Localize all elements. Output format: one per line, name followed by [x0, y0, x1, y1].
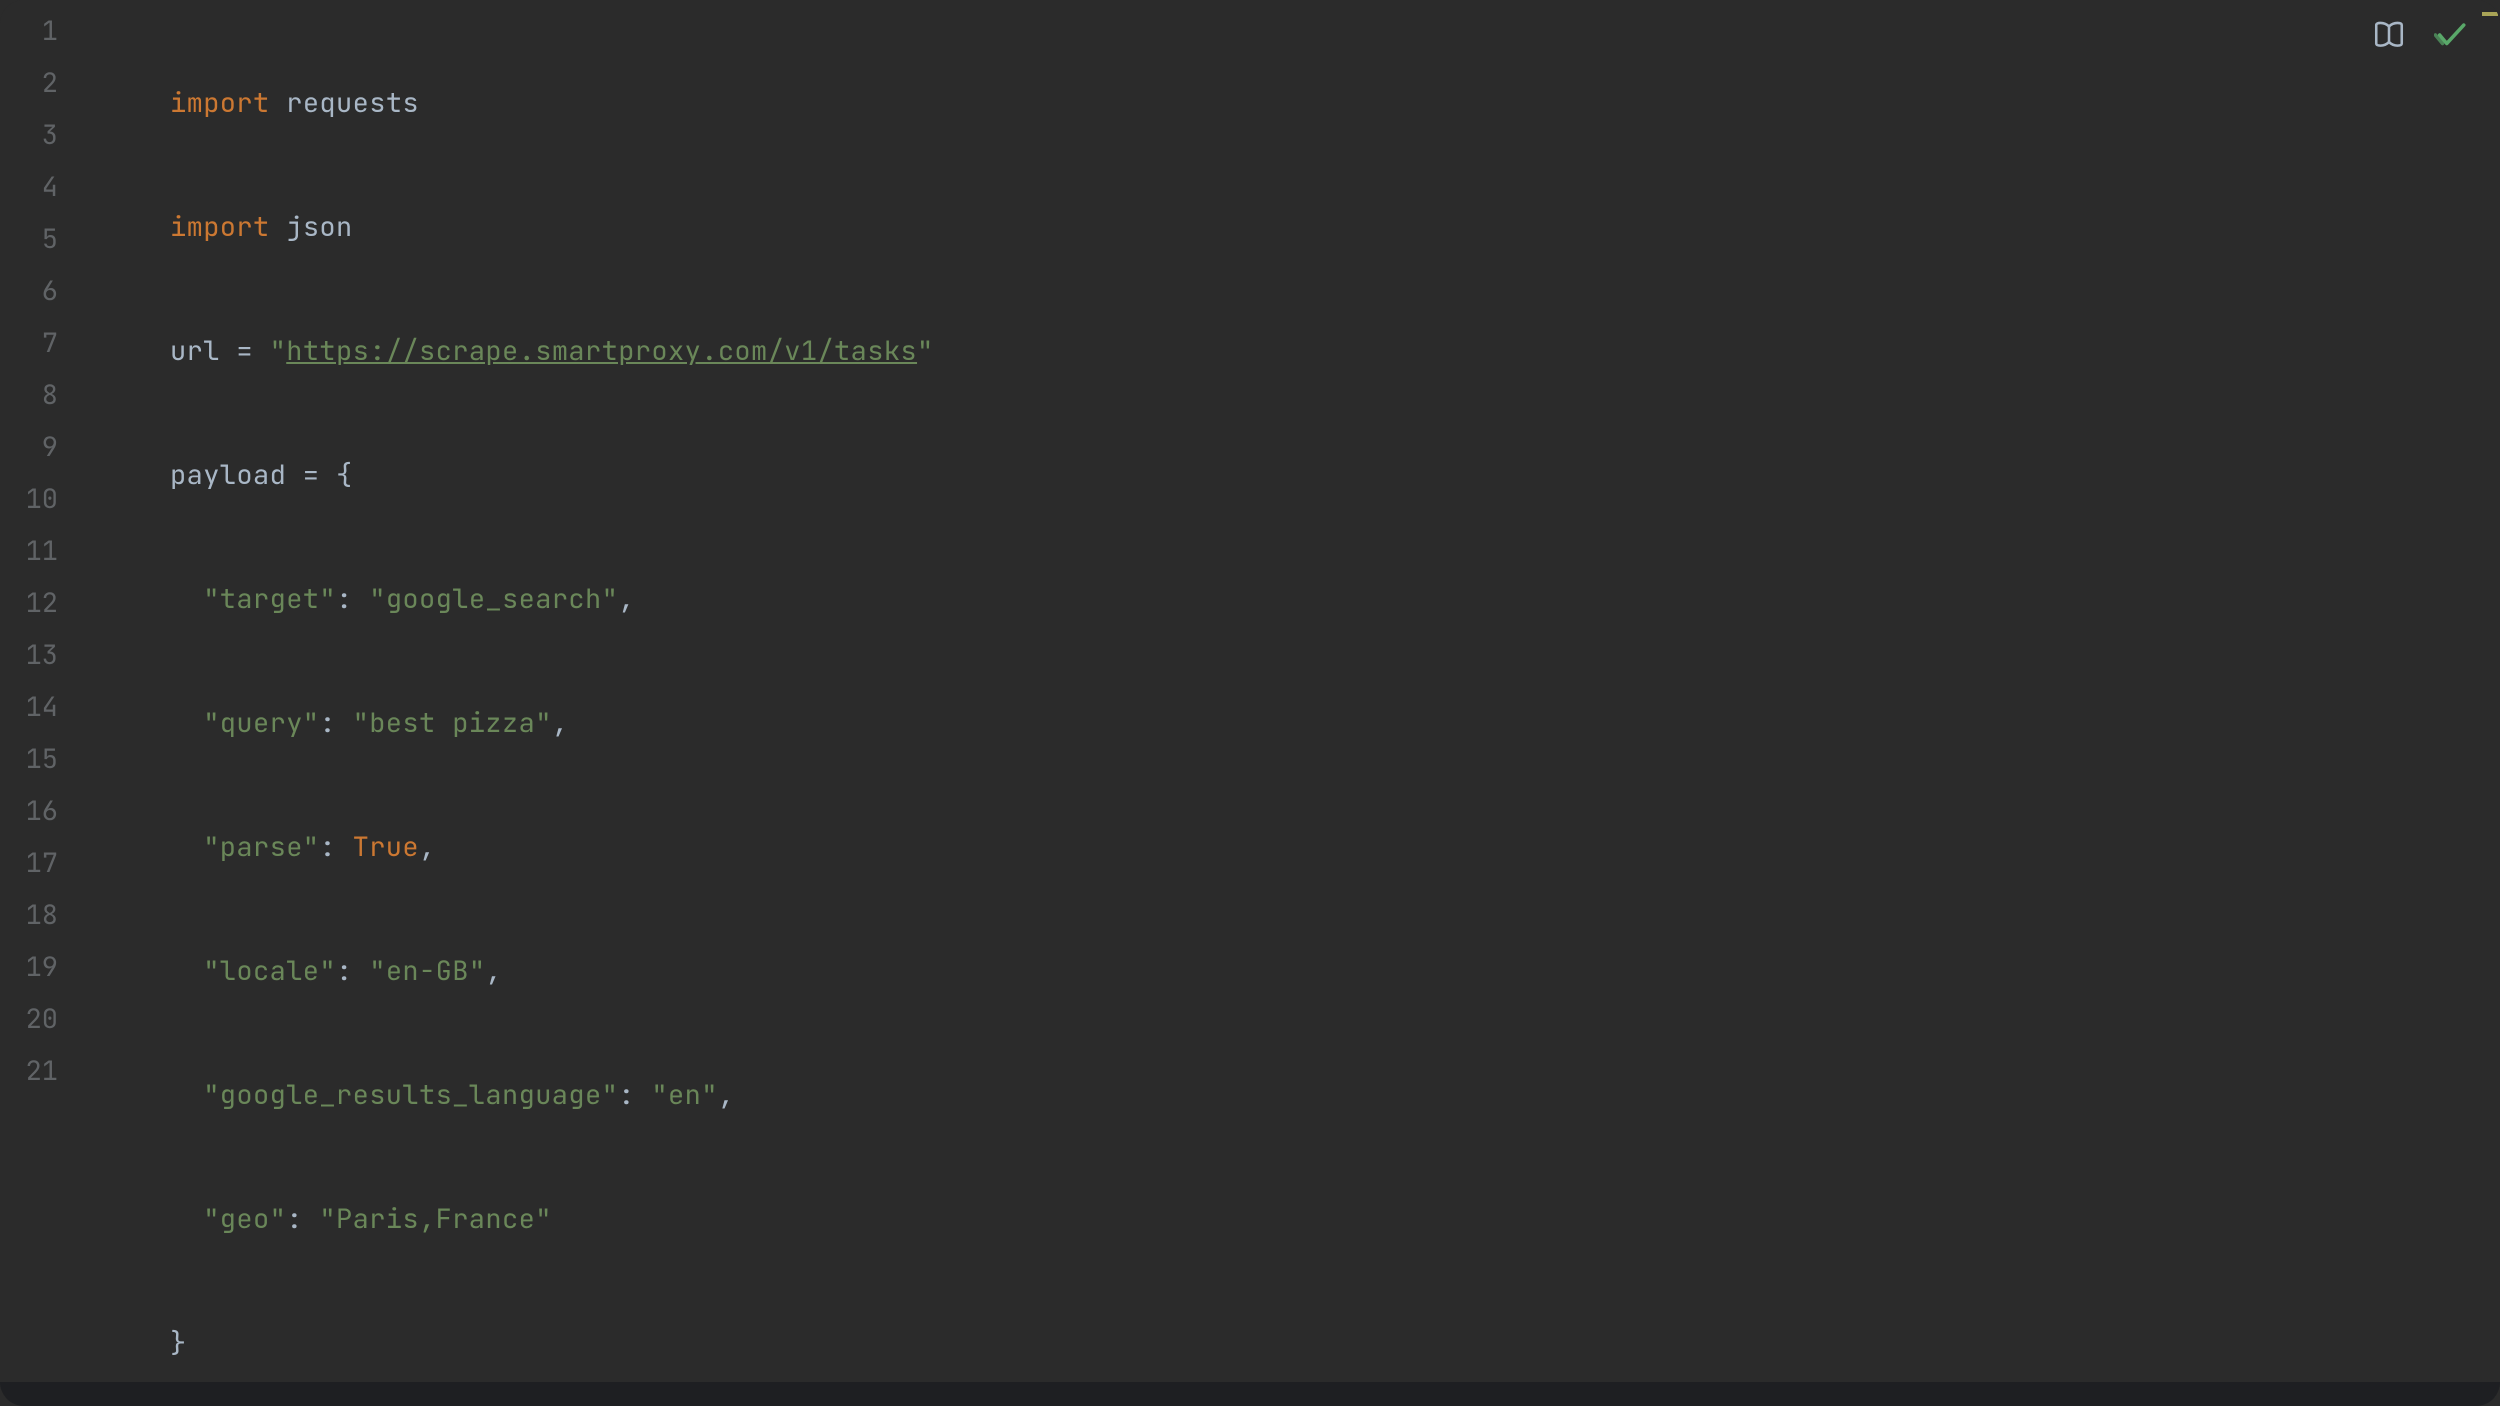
line-number-gutter: 1 2 3 4 5 6 7 8 9 10 11 12 13 14 15 16 1…	[0, 0, 88, 1406]
punct: ,	[718, 1077, 735, 1113]
code-line[interactable]: url = "https://scrape.smartproxy.com/v1/…	[88, 325, 2500, 377]
code-line[interactable]: "google_results_language": "en",	[88, 1069, 2500, 1121]
string: "google_search"	[369, 581, 618, 617]
line-number: 18	[0, 889, 88, 941]
line-number: 11	[0, 525, 88, 577]
operator: =	[220, 333, 270, 369]
string: "	[917, 333, 934, 369]
line-number: 17	[0, 837, 88, 889]
code-area[interactable]: 1 2 3 4 5 6 7 8 9 10 11 12 13 14 15 16 1…	[0, 0, 2500, 1406]
line-number: 15	[0, 733, 88, 785]
line-number: 20	[0, 993, 88, 1045]
punct: :	[336, 953, 369, 989]
url-literal[interactable]: https://scrape.smartproxy.com/v1/tasks	[286, 333, 917, 369]
code-line[interactable]: "parse": True,	[88, 821, 2500, 873]
code-line[interactable]: "query": "best pizza",	[88, 697, 2500, 749]
code-line[interactable]: import requests	[88, 77, 2500, 129]
string: "target"	[203, 581, 336, 617]
identifier: url	[170, 333, 220, 369]
keyword: True	[353, 829, 419, 865]
punct: ,	[552, 705, 569, 741]
line-number: 7	[0, 317, 88, 369]
keyword: import	[170, 85, 270, 121]
line-number: 2	[0, 57, 88, 109]
reader-mode-icon[interactable]	[2372, 18, 2406, 52]
inspection-marker[interactable]	[2482, 12, 2498, 16]
code-line[interactable]: "geo": "Paris,France"	[88, 1193, 2500, 1245]
line-number: 14	[0, 681, 88, 733]
line-number: 21	[0, 1045, 88, 1097]
code-content[interactable]: import requests import json url = "https…	[88, 0, 2500, 1406]
brace: }	[170, 1325, 187, 1361]
punct: :	[618, 1077, 651, 1113]
line-number: 16	[0, 785, 88, 837]
line-number: 1	[0, 5, 88, 57]
brace: = {	[286, 457, 352, 493]
line-number: 12	[0, 577, 88, 629]
bottom-bar	[0, 1382, 2500, 1406]
line-number: 3	[0, 109, 88, 161]
punct: :	[336, 581, 369, 617]
line-number: 9	[0, 421, 88, 473]
line-number: 4	[0, 161, 88, 213]
indent	[170, 581, 203, 617]
string: "query"	[203, 705, 319, 741]
indent	[170, 705, 203, 741]
string: "geo"	[203, 1201, 286, 1237]
indent	[170, 1201, 203, 1237]
code-line[interactable]: import json	[88, 201, 2500, 253]
identifier: requests	[286, 85, 419, 121]
string: "Paris,France"	[319, 1201, 551, 1237]
identifier: json	[286, 209, 352, 245]
string: "en-GB"	[369, 953, 485, 989]
punct: ,	[618, 581, 635, 617]
string: "best pizza"	[353, 705, 552, 741]
line-number: 19	[0, 941, 88, 993]
line-number: 5	[0, 213, 88, 265]
line-number: 13	[0, 629, 88, 681]
punct: ,	[485, 953, 502, 989]
code-line[interactable]: "target": "google_search",	[88, 573, 2500, 625]
indent	[170, 829, 203, 865]
code-line[interactable]: }	[88, 1317, 2500, 1369]
inspection-ok-icon[interactable]	[2434, 18, 2468, 52]
indent	[170, 953, 203, 989]
string: "parse"	[203, 829, 319, 865]
keyword: import	[170, 209, 270, 245]
string: "	[270, 333, 287, 369]
identifier: payload	[170, 457, 286, 493]
code-editor[interactable]: 1 2 3 4 5 6 7 8 9 10 11 12 13 14 15 16 1…	[0, 0, 2500, 1406]
editor-toolbar	[2372, 18, 2468, 52]
punct: :	[319, 829, 352, 865]
code-line[interactable]: payload = {	[88, 449, 2500, 501]
line-number: 8	[0, 369, 88, 421]
punct: :	[286, 1201, 319, 1237]
punct: :	[319, 705, 352, 741]
indent	[170, 1077, 203, 1113]
scrollbar[interactable]	[2480, 0, 2500, 1406]
line-number: 6	[0, 265, 88, 317]
string: "locale"	[203, 953, 336, 989]
line-number: 10	[0, 473, 88, 525]
string: "en"	[651, 1077, 717, 1113]
punct: ,	[419, 829, 436, 865]
code-line[interactable]: "locale": "en-GB",	[88, 945, 2500, 997]
string: "google_results_language"	[203, 1077, 618, 1113]
